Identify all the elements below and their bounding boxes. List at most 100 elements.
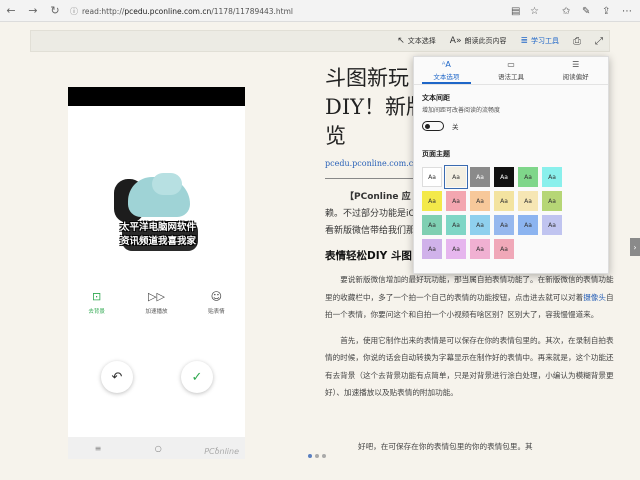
theme-swatch[interactable]: Aa bbox=[518, 191, 538, 211]
url-path: /1178/11789443.html bbox=[211, 6, 294, 16]
notes-icon[interactable]: ✎ bbox=[582, 0, 590, 22]
lead-brand: 【PConline 应 bbox=[345, 192, 411, 202]
inline-link[interactable]: 摄像头 bbox=[583, 293, 606, 302]
text-spacing-toggle[interactable] bbox=[422, 121, 444, 131]
page-info-icon[interactable]: ⓘ bbox=[70, 6, 78, 17]
print-icon[interactable]: ⎙ bbox=[573, 36, 581, 47]
speed-up-tool: ▷▷ 加速播放 bbox=[145, 290, 167, 315]
tab-reading-preferences[interactable]: ☰ 阅读偏好 bbox=[543, 57, 608, 84]
reading-preferences-icon: ☰ bbox=[572, 60, 580, 69]
theme-swatch[interactable]: Aa bbox=[444, 165, 468, 189]
toggle-state-label: 关 bbox=[452, 123, 459, 131]
theme-swatch[interactable]: Aa bbox=[494, 215, 514, 235]
text-select-label: 文本选择 bbox=[407, 37, 436, 45]
add-sticker-tool: ☺ 贴表情 bbox=[208, 290, 225, 315]
lead-text: 赖。不过部分功能是iO bbox=[325, 209, 416, 219]
page-dot[interactable] bbox=[322, 454, 326, 458]
read-aloud-label: 朗读此页内容 bbox=[464, 37, 507, 45]
theme-swatch[interactable]: Aa bbox=[542, 167, 562, 187]
url-prefix: read:http:// bbox=[82, 6, 125, 16]
text-spacing-section: 文本间距 增加间距可改善阅读的流畅度 关 bbox=[414, 85, 608, 131]
text-spacing-description: 增加间距可改善阅读的流畅度 bbox=[422, 107, 501, 114]
sticker-caption-1: 太平洋电脑网软件 bbox=[119, 222, 196, 233]
page-theme-section: 页面主题 Aa Aa Aa Aa Aa Aa Aa Aa Aa Aa Aa Aa Aa Aa Aa Aa Aa A… bbox=[414, 149, 608, 259]
page-theme-title: 页面主题 bbox=[422, 150, 450, 158]
read-aloud-icon: A» bbox=[449, 36, 462, 46]
theme-swatch[interactable]: Aa bbox=[422, 167, 442, 187]
next-page-arrow-icon[interactable]: › bbox=[630, 238, 640, 256]
remove-background-tool: ⊡ 去背景 bbox=[88, 290, 105, 315]
theme-swatch[interactable]: Aa bbox=[422, 215, 442, 235]
panel-tabs: ᴬA 文本选项 ▭ 语法工具 ☰ 阅读偏好 bbox=[414, 57, 608, 85]
learning-tools-icon: ≣ bbox=[520, 36, 528, 46]
url-host: pcedu.pconline.com.cn bbox=[124, 6, 212, 16]
fullscreen-icon[interactable]: ⤢ bbox=[595, 36, 603, 47]
add-sticker-label: 贴表情 bbox=[208, 309, 225, 315]
paragraph-1: 要说新版微信增加的最好玩功能，那当属自拍表情功能了。在新版微信的表情功能里的收藏… bbox=[325, 275, 614, 319]
undo-icon: ↶ bbox=[101, 361, 133, 393]
page-dot[interactable] bbox=[308, 454, 312, 458]
theme-swatch[interactable]: Aa bbox=[542, 191, 562, 211]
grammar-tools-icon: ▭ bbox=[507, 60, 515, 69]
theme-swatch[interactable]: Aa bbox=[446, 215, 466, 235]
fast-forward-icon: ▷▷ bbox=[148, 290, 165, 303]
text-cursor-icon: ↖ bbox=[397, 36, 405, 46]
theme-swatch[interactable]: Aa bbox=[470, 167, 490, 187]
read-aloud-button[interactable]: A» 朗读此页内容 bbox=[450, 36, 507, 46]
learning-tools-button[interactable]: ≣ 学习工具 bbox=[520, 36, 559, 46]
tab-text-options-label: 文本选项 bbox=[433, 73, 460, 81]
speed-up-label: 加速播放 bbox=[145, 309, 168, 315]
theme-swatch[interactable]: Aa bbox=[446, 239, 466, 259]
article-image-phone: 太平洋电脑网软件 资讯频道我喜我家 ⊡ 去背景 ▷▷ 加速播放 ☺ 贴表情 ↶ … bbox=[68, 87, 245, 459]
theme-swatch[interactable]: Aa bbox=[422, 239, 442, 259]
sticker-preview: 太平洋电脑网软件 资讯频道我喜我家 bbox=[108, 173, 208, 253]
learning-tools-panel: ᴬA 文本选项 ▭ 语法工具 ☰ 阅读偏好 文本间距 增加间距可改善阅读的流畅度… bbox=[413, 56, 609, 274]
page-indicator bbox=[308, 454, 329, 458]
back-icon[interactable]: ← bbox=[0, 0, 22, 22]
tab-grammar-tools[interactable]: ▭ 语法工具 bbox=[479, 57, 544, 84]
text-spacing-title: 文本间距 bbox=[422, 94, 450, 102]
forward-icon[interactable]: → bbox=[22, 0, 44, 22]
text-options-icon: ᴬA bbox=[441, 60, 451, 69]
theme-swatch[interactable]: Aa bbox=[494, 239, 514, 259]
reading-view-icon[interactable]: ▤ bbox=[511, 0, 520, 22]
phone-status-bar bbox=[68, 87, 245, 106]
smiley-icon: ☺ bbox=[210, 290, 223, 303]
theme-swatch[interactable]: Aa bbox=[470, 239, 490, 259]
toggle-knob bbox=[425, 123, 430, 129]
paragraph-3: 好吧，在可保存在你的表情包里的你的表情包里。其 bbox=[358, 442, 533, 451]
share-icon[interactable]: ⇪ bbox=[602, 0, 610, 22]
sticker-caption-2: 资讯频道我喜我家 bbox=[119, 236, 196, 247]
favorite-icon[interactable]: ☆ bbox=[530, 0, 539, 22]
theme-swatch[interactable]: Aa bbox=[542, 215, 562, 235]
theme-swatch[interactable]: Aa bbox=[518, 167, 538, 187]
home-icon: ○ bbox=[154, 443, 162, 453]
more-icon[interactable]: ⋯ bbox=[622, 0, 632, 22]
reader-toolbar: ↖ 文本选择 A» 朗读此页内容 ≣ 学习工具 ⎙ ⤢ bbox=[30, 30, 610, 52]
watermark: PConline bbox=[204, 447, 239, 456]
theme-swatch[interactable]: Aa bbox=[518, 215, 538, 235]
refresh-icon[interactable]: ↻ bbox=[44, 0, 66, 22]
page-dot[interactable] bbox=[315, 454, 319, 458]
menu-icon: ≡ bbox=[94, 443, 102, 453]
browser-toolbar: ← → ↻ ⓘ read:http://pcedu.pconline.com.c… bbox=[0, 0, 640, 22]
favorites-list-icon[interactable]: ✩ bbox=[562, 0, 570, 22]
sticker-shape-head bbox=[152, 173, 182, 195]
paragraph-2: 首先，使用它制作出来的表情是可以保存在你的表情包里的。其次，在录制自拍表情的时候… bbox=[325, 335, 614, 398]
theme-swatch[interactable]: Aa bbox=[446, 191, 466, 211]
tab-reading-preferences-label: 阅读偏好 bbox=[562, 73, 589, 81]
remove-background-label: 去背景 bbox=[88, 309, 105, 315]
text-select-button[interactable]: ↖ 文本选择 bbox=[397, 36, 436, 46]
check-icon: ✓ bbox=[181, 361, 213, 393]
remove-background-icon: ⊡ bbox=[91, 290, 102, 303]
theme-swatch[interactable]: Aa bbox=[422, 191, 442, 211]
theme-swatch[interactable]: Aa bbox=[494, 167, 514, 187]
text-spacing-toggle-row: 关 bbox=[422, 121, 600, 131]
address-bar[interactable]: ⓘ read:http://pcedu.pconline.com.cn/1178… bbox=[70, 3, 540, 19]
tab-text-options[interactable]: ᴬA 文本选项 bbox=[414, 57, 479, 84]
theme-swatch[interactable]: Aa bbox=[494, 191, 514, 211]
tab-grammar-tools-label: 语法工具 bbox=[498, 73, 524, 81]
theme-swatch[interactable]: Aa bbox=[470, 191, 490, 211]
theme-swatch[interactable]: Aa bbox=[470, 215, 490, 235]
learning-tools-label: 学习工具 bbox=[531, 37, 559, 45]
